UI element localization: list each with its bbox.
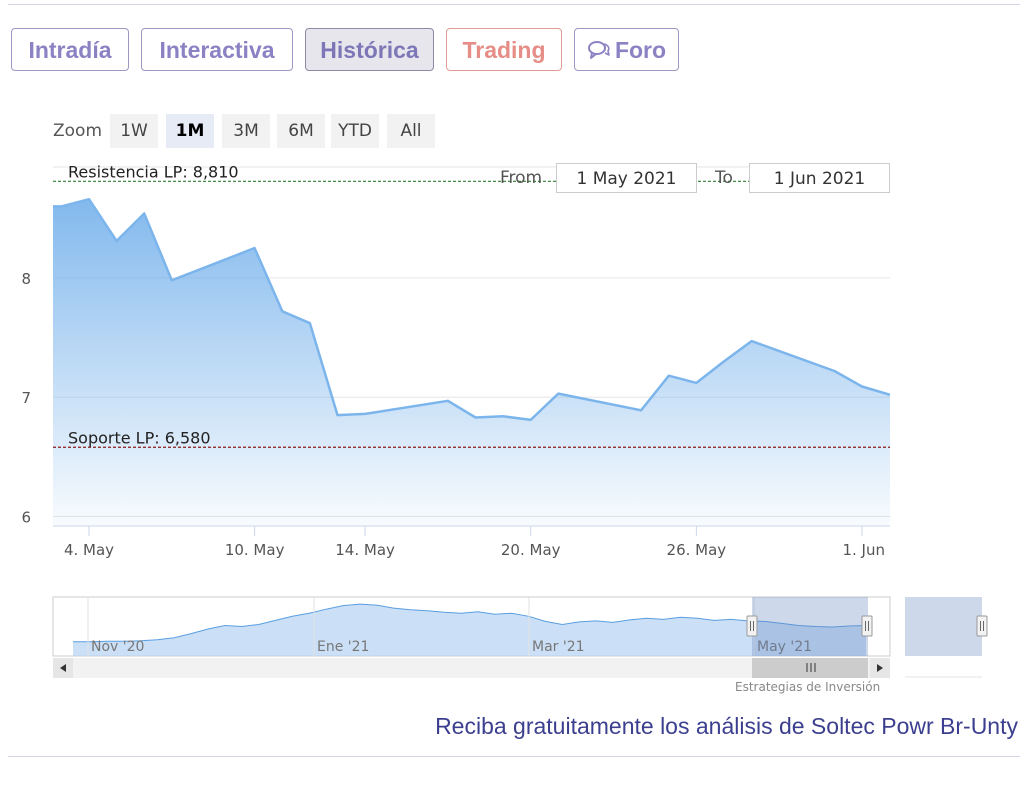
scroll-left-button[interactable] [53,658,73,678]
resistance-label: Resistencia LP: 8,810 [68,162,239,181]
range-to-input[interactable]: 1 Jun 2021 [749,163,890,193]
x-tick-label: 20. May [501,541,561,559]
x-tick-label: 14. May [335,541,395,559]
x-tick-label: 4. May [64,541,114,559]
chart-credits: Estrategias de Inversión [735,680,881,694]
scroll-right-button[interactable] [870,658,890,678]
handle-body [746,615,758,637]
navigator-label: Mar '21 [532,639,585,655]
y-tick-label: 8 [21,270,31,288]
free-analysis-link[interactable]: Reciba gratuitamente los análisis de Sol… [435,713,1018,740]
x-tick-label: 10. May [225,541,285,559]
y-tick-label: 7 [21,389,31,407]
bottom-divider [8,756,1020,757]
x-tick-label: 1. Jun [842,541,885,559]
navigator-selection [752,597,868,656]
navigator-handle[interactable] [746,615,758,637]
x-tick-label: 26. May [667,541,727,559]
navigator-ghost [905,597,982,656]
price-area [53,199,890,526]
support-label: Soporte LP: 6,580 [68,428,211,447]
range-to-label: To [715,168,733,188]
navigator-handle[interactable] [976,615,988,637]
scrollbar-thumb-body [752,658,868,678]
range-from-input[interactable]: 1 May 2021 [556,163,697,193]
range-from-label: From [500,168,543,188]
navigator-label: Ene '21 [317,639,369,655]
scrollbar-thumb[interactable] [752,658,868,678]
handle-body [861,615,873,637]
y-tick-label: 6 [21,508,31,526]
handle-body [976,615,988,637]
navigator-label: Nov '20 [91,639,144,655]
navigator-handle[interactable] [861,615,873,637]
